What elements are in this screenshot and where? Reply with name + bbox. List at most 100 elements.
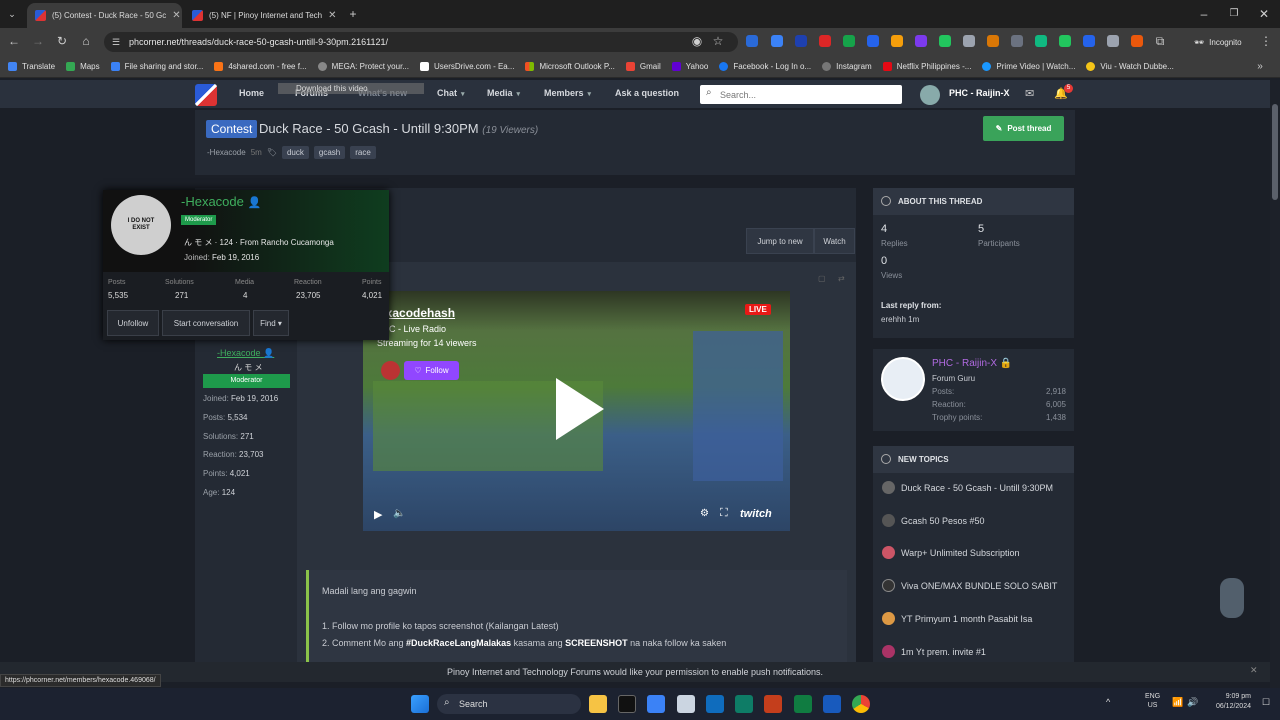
extension-icon[interactable] bbox=[915, 35, 927, 47]
windows-start-icon[interactable] bbox=[411, 695, 429, 713]
address-bar[interactable]: phcorner.net/threads/duck-race-50-gcash-… bbox=[104, 32, 738, 52]
account-name[interactable]: PHC - Raijin-X bbox=[949, 88, 1010, 98]
excel-icon[interactable] bbox=[794, 695, 812, 713]
stream-channel-name[interactable]: exacodehash bbox=[379, 306, 455, 320]
outlook-icon[interactable] bbox=[706, 695, 724, 713]
extension-icon[interactable] bbox=[819, 35, 831, 47]
extension-icon[interactable] bbox=[1083, 35, 1095, 47]
nav-chat[interactable]: Chat ▾ bbox=[437, 88, 465, 98]
bookmark-viu[interactable]: Viu - Watch Dubbe... bbox=[1086, 62, 1174, 71]
push-notification-bar[interactable]: Pinoy Internet and Technology Forums wou… bbox=[0, 662, 1270, 682]
reload-icon[interactable]: ↻ bbox=[54, 33, 70, 49]
extension-icon[interactable] bbox=[1059, 35, 1071, 47]
tray-chevron-icon[interactable]: ^ bbox=[1106, 697, 1110, 707]
bookmark-gmail[interactable]: Gmail bbox=[625, 62, 661, 71]
bookmark-instagram[interactable]: Instagram bbox=[822, 62, 872, 71]
nav-media[interactable]: Media ▾ bbox=[487, 88, 520, 98]
topic-item[interactable]: Duck Race - 50 Gcash - Untill 9:30PM bbox=[882, 481, 1053, 494]
topic-item[interactable]: 1m Yt prem. invite #1 bbox=[882, 645, 986, 658]
powerpoint-icon[interactable] bbox=[764, 695, 782, 713]
bookmark-4shared[interactable]: 4shared.com - free f... bbox=[214, 62, 307, 71]
clock[interactable]: 9:09 pm 06/12/2024 bbox=[1209, 692, 1251, 712]
home-icon[interactable]: ⌂ bbox=[78, 33, 94, 49]
mascot-widget[interactable] bbox=[1220, 578, 1244, 618]
extension-icon[interactable] bbox=[795, 35, 807, 47]
word-icon[interactable] bbox=[823, 695, 841, 713]
jump-to-new-button[interactable]: Jump to new bbox=[746, 228, 814, 254]
publisher-icon[interactable] bbox=[735, 695, 753, 713]
volume-icon[interactable]: 🔊 bbox=[1187, 697, 1198, 708]
scrollbar-thumb[interactable] bbox=[1272, 104, 1278, 200]
network-icon[interactable]: 📶 bbox=[1172, 697, 1183, 708]
topic-item[interactable]: Gcash 50 Pesos #50 bbox=[882, 514, 985, 527]
tab-contest[interactable]: (5) Contest - Duck Race - 50 Gc ✕ bbox=[27, 3, 182, 28]
notifications-icon[interactable]: ☐ bbox=[1262, 697, 1270, 708]
download-video-overlay[interactable]: Download this video bbox=[278, 83, 424, 94]
bookmark-prime-video[interactable]: Prime Video | Watch... bbox=[982, 62, 1075, 71]
incognito-badge[interactable]: 🕶 Incognito bbox=[1186, 34, 1250, 50]
terminal-icon[interactable] bbox=[618, 695, 636, 713]
bookmarks-overflow-icon[interactable]: » bbox=[1252, 59, 1268, 75]
thread-prefix-badge[interactable]: Contest bbox=[206, 120, 258, 138]
volume-icon[interactable]: 🔈 bbox=[393, 508, 405, 519]
settings-gear-icon[interactable]: ⚙ bbox=[700, 508, 709, 519]
extension-icon[interactable] bbox=[1107, 35, 1119, 47]
file-explorer-icon[interactable] bbox=[589, 695, 607, 713]
back-icon[interactable]: ← bbox=[6, 33, 22, 49]
extension-icon[interactable] bbox=[891, 35, 903, 47]
extension-icon[interactable] bbox=[963, 35, 975, 47]
close-notify-icon[interactable]: ✕ bbox=[1250, 665, 1258, 676]
tag-gcash[interactable]: gcash bbox=[313, 146, 346, 159]
bookmark-maps[interactable]: Maps bbox=[66, 62, 100, 71]
photos-icon[interactable] bbox=[677, 695, 695, 713]
extension-icon[interactable] bbox=[939, 35, 951, 47]
bookmark-facebook[interactable]: Facebook - Log In o... bbox=[719, 62, 811, 71]
taskbar-search[interactable]: Search bbox=[437, 694, 581, 714]
last-reply-user[interactable]: erehhh 1m bbox=[881, 315, 919, 324]
chrome-icon[interactable] bbox=[852, 695, 870, 713]
profile-avatar[interactable] bbox=[881, 357, 925, 401]
watch-button[interactable]: Watch bbox=[814, 228, 855, 254]
site-info-icon[interactable]: ☰ bbox=[108, 34, 124, 50]
profile-name[interactable]: PHC - Raijin-X 🔒 bbox=[932, 358, 1012, 369]
new-tab-icon[interactable]: + bbox=[345, 6, 361, 22]
bookmark-file-sharing[interactable]: File sharing and stor... bbox=[110, 62, 203, 71]
thread-author-link[interactable]: -Hexacode bbox=[207, 148, 246, 157]
forward-icon[interactable]: → bbox=[30, 33, 46, 49]
phcorner-logo[interactable] bbox=[195, 84, 217, 106]
extension-icon[interactable] bbox=[843, 35, 855, 47]
channel-avatar[interactable] bbox=[381, 361, 400, 380]
minimize-icon[interactable]: – bbox=[1196, 6, 1212, 22]
fullscreen-icon[interactable]: ⛶ bbox=[720, 507, 728, 520]
menu-kebab-icon[interactable]: ⋮ bbox=[1258, 33, 1274, 49]
inbox-icon[interactable]: ✉ bbox=[1025, 87, 1034, 100]
language-indicator[interactable]: ENG US bbox=[1145, 692, 1160, 710]
maximize-icon[interactable]: ❐ bbox=[1226, 6, 1242, 22]
topic-item[interactable]: Warp+ Unlimited Subscription bbox=[882, 546, 1019, 559]
extension-icon[interactable] bbox=[746, 35, 758, 47]
bookmark-usersdrive[interactable]: UsersDrive.com - Ea... bbox=[419, 62, 514, 71]
close-tab-icon[interactable]: ✕ bbox=[322, 10, 336, 21]
close-tab-icon[interactable]: ✕ bbox=[166, 10, 180, 21]
post-thread-button[interactable]: ✎ Post thread bbox=[983, 116, 1064, 141]
hovercard-avatar[interactable]: I DO NOT EXIST bbox=[111, 195, 171, 255]
nav-home[interactable]: Home bbox=[239, 88, 264, 98]
tag-duck[interactable]: duck bbox=[281, 146, 309, 159]
extension-icon[interactable] bbox=[987, 35, 999, 47]
hovercard-name[interactable]: -Hexacode 👤 bbox=[181, 194, 261, 209]
extension-icon[interactable] bbox=[867, 35, 879, 47]
tag-race[interactable]: race bbox=[350, 146, 376, 159]
close-window-icon[interactable]: ✕ bbox=[1256, 6, 1272, 22]
extensions-puzzle-icon[interactable]: ⧉ bbox=[1152, 33, 1168, 49]
play-icon[interactable] bbox=[556, 378, 604, 440]
extension-icon[interactable] bbox=[1035, 35, 1047, 47]
site-search-input[interactable]: Search... bbox=[700, 85, 902, 104]
share-icon[interactable]: ⇄ bbox=[838, 274, 845, 283]
extension-icon[interactable] bbox=[771, 35, 783, 47]
user-avatar[interactable] bbox=[920, 85, 940, 105]
bookmark-star-icon[interactable]: ☆ bbox=[710, 33, 726, 49]
tab-search-icon[interactable]: ⌄ bbox=[4, 6, 20, 22]
bookmark-post-icon[interactable]: ▢ bbox=[818, 274, 826, 283]
nav-members[interactable]: Members ▾ bbox=[544, 88, 591, 98]
topic-item[interactable]: YT Primyum 1 month Pasabit Isa bbox=[882, 612, 1032, 625]
